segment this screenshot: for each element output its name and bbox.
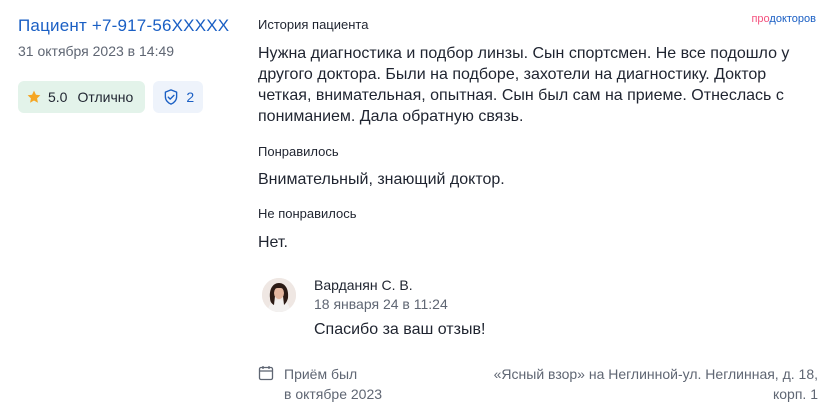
prodoctorov-logo[interactable]: продокторов: [751, 13, 816, 25]
disliked-text: Нет.: [258, 234, 288, 251]
liked-text: Внимательный, знающий доктор.: [258, 171, 505, 188]
doctor-name[interactable]: Варданян С. В.: [314, 276, 413, 294]
verified-count: 2: [186, 89, 195, 105]
reply-text: Спасибо за ваш отзыв!: [314, 321, 486, 338]
review-author-panel: Пациент +7-917-56XXXXX 31 октября 2023 в…: [18, 14, 238, 113]
rating-badge[interactable]: 5.0 Отлично: [18, 81, 146, 113]
logo-pro: про: [751, 13, 770, 25]
history-title: История пациента: [258, 17, 369, 32]
visit-line-2: в октябре 2023: [284, 386, 383, 402]
shield-check-icon: [165, 89, 178, 105]
history-text: Нужна диагностика и подбор линзы. Сын сп…: [258, 45, 790, 125]
review-badges: 5.0 Отлично 2: [18, 81, 238, 113]
star-icon: [27, 90, 41, 103]
rating-label: Отлично: [77, 89, 134, 105]
clinic-address[interactable]: «Ясный взор» на Неглинной-ул. Неглинная,…: [468, 364, 818, 404]
doctor-avatar-image: [262, 278, 296, 312]
calendar-icon: [258, 366, 274, 381]
logo-rest: докторов: [769, 13, 816, 25]
verified-badge[interactable]: 2: [153, 81, 204, 113]
review-date: 31 октября 2023 в 14:49: [18, 43, 175, 59]
doctor-avatar[interactable]: [262, 278, 296, 312]
disliked-title: Не понравилось: [258, 206, 357, 221]
reply-date: 18 января 24 в 11:24: [314, 296, 448, 312]
visit-date: Приём был в октябре 2023: [284, 364, 404, 404]
rating-value: 5.0: [48, 89, 68, 105]
review-author-name[interactable]: Пациент +7-917-56XXXXX: [18, 14, 238, 38]
liked-title: Понравилось: [258, 144, 339, 159]
visit-line-1: Приём был: [284, 366, 358, 382]
visit-info: Приём был в октябре 2023: [258, 364, 404, 404]
